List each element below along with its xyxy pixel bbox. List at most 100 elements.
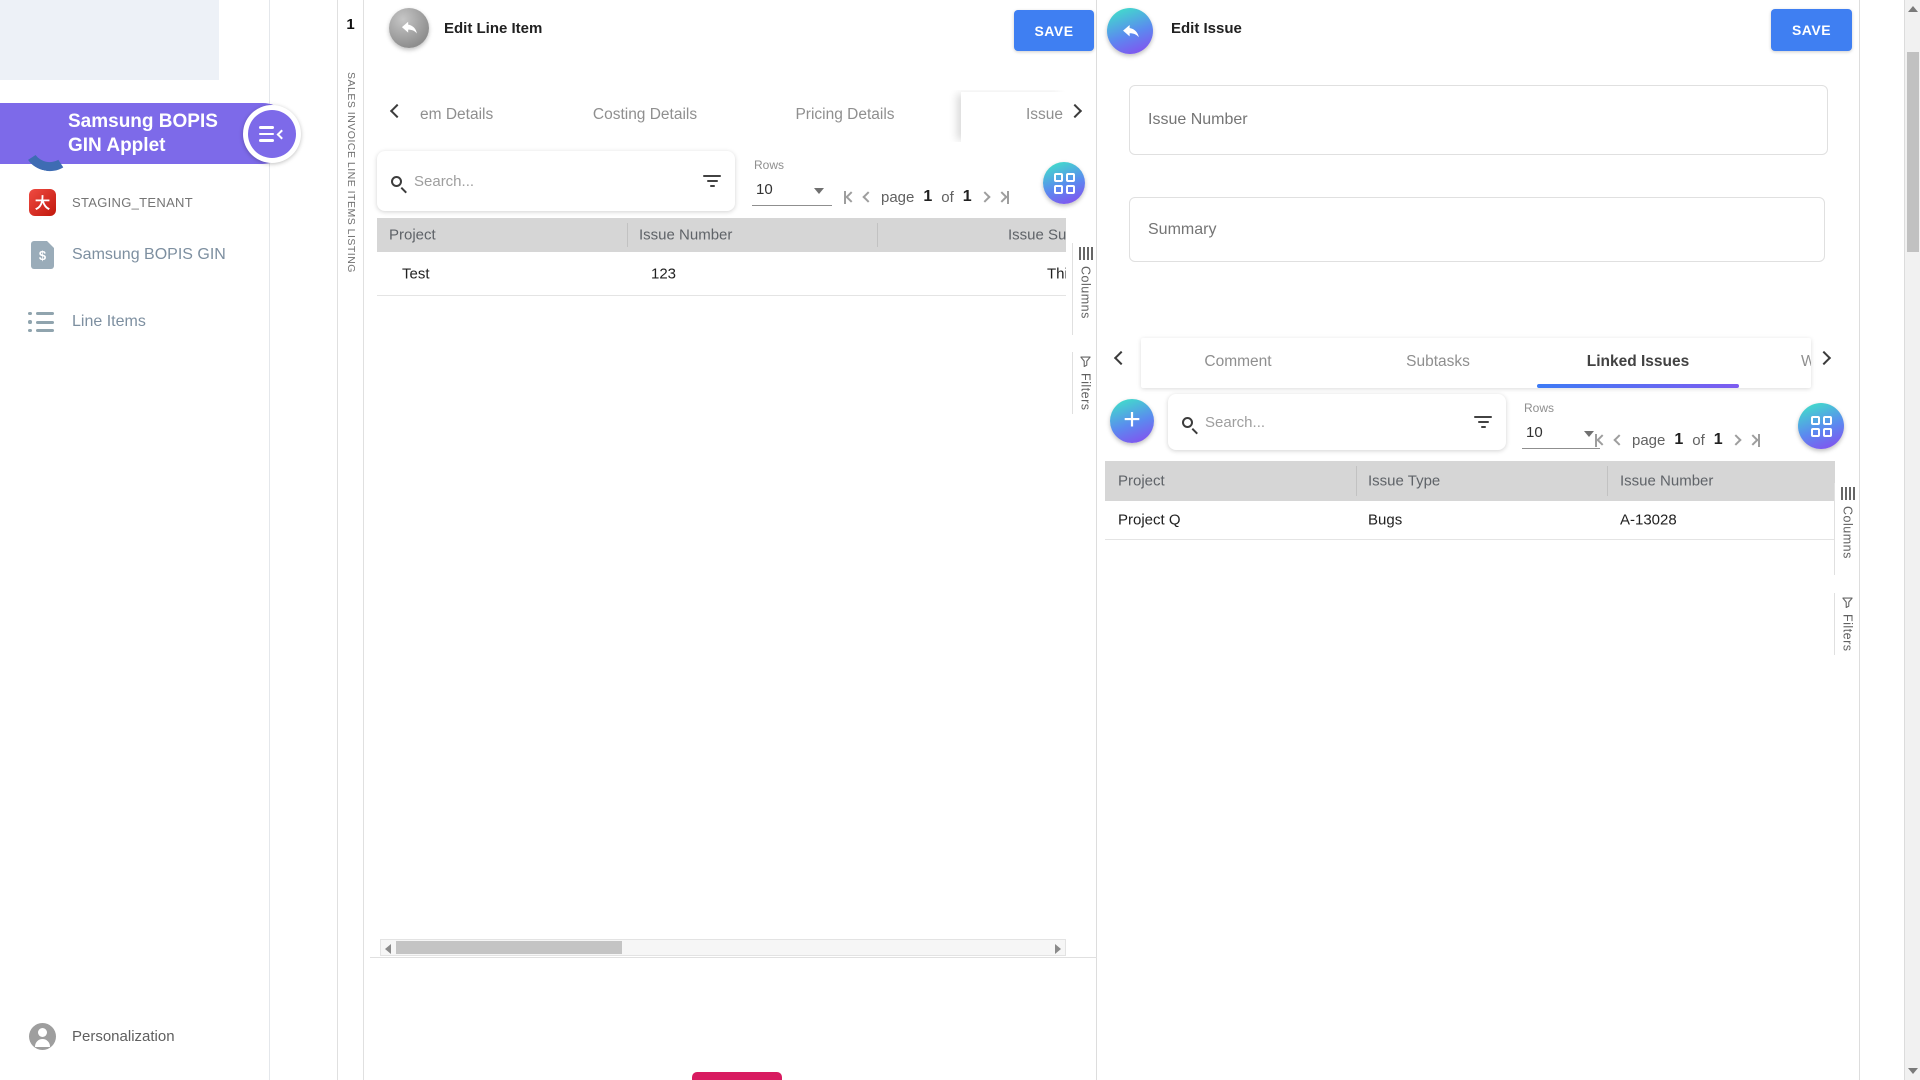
tab-issue[interactable]: Issue L — [1026, 106, 1066, 124]
tab-worklog-clipped[interactable]: W — [1801, 353, 1811, 371]
applet-name-label: Samsung BOPIS GIN — [72, 246, 226, 264]
tab-subtasks[interactable]: Subtasks — [1406, 353, 1470, 371]
rows-select-underline — [1522, 448, 1600, 449]
person-icon — [29, 1023, 56, 1050]
col-header-project[interactable]: Project — [1118, 473, 1165, 490]
cell-project: Test — [402, 265, 430, 282]
rows-select-underline — [752, 205, 832, 206]
col-header-issue-summary[interactable]: Issue Sur — [1008, 227, 1066, 244]
scroll-left-icon[interactable] — [385, 944, 391, 954]
columns-tab-label: Columns — [1841, 506, 1855, 559]
table-row[interactable]: Project Q Bugs A-13028 — [1105, 501, 1835, 540]
filter-list-icon[interactable] — [1474, 416, 1492, 428]
vertical-scrollbar[interactable] — [1904, 0, 1920, 1080]
applet-title: Samsung BOPIS GIN Applet — [68, 110, 238, 158]
prev-page-icon[interactable] — [864, 193, 872, 201]
table-header: Project Issue Type Issue Number — [1105, 461, 1835, 501]
scroll-down-icon[interactable] — [1908, 1068, 1918, 1074]
summary-input[interactable] — [1130, 198, 1824, 261]
sidebar-item-tenant[interactable]: 大 STAGING_TENANT — [0, 188, 270, 216]
prev-page-icon[interactable] — [1615, 436, 1623, 444]
filter-list-icon[interactable] — [703, 175, 721, 187]
add-linked-issue-button[interactable]: + — [1110, 399, 1154, 443]
menu-collapse-icon — [248, 110, 296, 158]
first-page-icon[interactable] — [844, 191, 855, 204]
page-of-label: of — [941, 189, 954, 206]
tabs-scroll-left-icon[interactable] — [1114, 351, 1128, 365]
search-input[interactable] — [414, 173, 703, 190]
next-page-icon[interactable] — [1732, 436, 1740, 444]
search-bar — [1168, 394, 1506, 450]
reply-arrow-icon — [399, 18, 419, 38]
card-view-button[interactable] — [1798, 403, 1844, 449]
horizontal-scrollbar[interactable] — [380, 939, 1066, 956]
funnel-icon — [1842, 597, 1853, 608]
card-bottom-border — [370, 957, 1097, 958]
funnel-icon — [1080, 356, 1091, 367]
page-current: 1 — [1674, 431, 1683, 449]
tab-pricing-details[interactable]: Pricing Details — [795, 106, 894, 124]
sidebar-collapse-button[interactable] — [243, 105, 301, 163]
table-row[interactable]: Test 123 This — [377, 252, 1066, 296]
col-header-project[interactable]: Project — [389, 227, 436, 244]
rows-dropdown-icon[interactable] — [1584, 431, 1594, 437]
col-header-issue-number[interactable]: Issue Number — [639, 227, 732, 244]
next-page-icon[interactable] — [981, 193, 989, 201]
edit-line-item-panel: Edit Line Item SAVE em Details Costing D… — [364, 0, 1097, 1080]
tab-strip: Comment Subtasks Linked Issues W — [1141, 338, 1811, 388]
tab-costing-details[interactable]: Costing Details — [593, 106, 697, 124]
scrollbar-thumb[interactable] — [396, 941, 622, 954]
cell-issue-summary: This — [1047, 265, 1066, 282]
rows-value[interactable]: 10 — [1526, 424, 1543, 441]
sidebar-item-line-items[interactable]: Line Items — [0, 310, 270, 334]
back-button[interactable] — [1107, 8, 1153, 54]
tabs-scroll-left-icon[interactable] — [390, 104, 404, 118]
issue-number-field[interactable] — [1129, 85, 1828, 155]
scroll-right-icon[interactable] — [1055, 944, 1061, 954]
issue-number-input[interactable] — [1130, 86, 1827, 154]
columns-vertical-tab[interactable]: Columns — [1834, 483, 1860, 575]
save-button[interactable]: SAVE — [1771, 9, 1852, 51]
first-page-icon[interactable] — [1595, 434, 1606, 447]
back-button[interactable] — [389, 8, 429, 48]
rail-page-number: 1 — [338, 16, 363, 33]
columns-vertical-tab[interactable]: Columns — [1072, 243, 1098, 335]
sidebar-item-personalization[interactable]: Personalization — [0, 1022, 270, 1050]
card-view-button[interactable] — [1043, 162, 1085, 204]
panel-title: Edit Issue — [1171, 20, 1242, 37]
columns-tab-label: Columns — [1079, 266, 1093, 319]
filters-tab-label: Filters — [1841, 614, 1855, 652]
rows-value[interactable]: 10 — [756, 181, 773, 198]
tab-comment[interactable]: Comment — [1204, 353, 1271, 371]
last-page-icon[interactable] — [998, 191, 1009, 204]
rows-label: Rows — [754, 158, 784, 172]
tab-item-details[interactable]: em Details — [420, 106, 493, 124]
summary-field[interactable] — [1129, 197, 1825, 262]
filters-vertical-tab[interactable]: Filters — [1834, 593, 1860, 655]
page-rail: 1 SALES INVOICE LINE ITEMS LISTING — [337, 0, 364, 1080]
tabs-scroll-right-icon[interactable] — [1068, 104, 1082, 118]
last-page-icon[interactable] — [1749, 434, 1760, 447]
reply-arrow-icon — [1120, 21, 1141, 42]
search-input[interactable] — [1205, 414, 1474, 431]
rows-label: Rows — [1524, 401, 1554, 415]
page-of-label: of — [1692, 432, 1705, 449]
sidebar-item-applet[interactable]: $ Samsung BOPIS GIN — [0, 241, 270, 269]
filters-tab-label: Filters — [1079, 373, 1093, 411]
col-header-issue-type[interactable]: Issue Type — [1368, 473, 1440, 490]
save-button[interactable]: SAVE — [1014, 10, 1094, 51]
rows-dropdown-icon[interactable] — [814, 188, 824, 194]
columns-icon — [1079, 247, 1093, 260]
scroll-up-icon[interactable] — [1908, 6, 1918, 12]
filters-vertical-tab[interactable]: Filters — [1072, 352, 1098, 414]
hidden-action-peek[interactable] — [692, 1072, 782, 1080]
search-icon — [391, 176, 402, 187]
tabs-scroll-right-icon[interactable] — [1817, 351, 1831, 365]
page-current: 1 — [923, 188, 932, 206]
col-header-issue-number[interactable]: Issue Number — [1620, 473, 1713, 490]
tab-linked-issues[interactable]: Linked Issues — [1587, 353, 1690, 371]
page-total: 1 — [963, 188, 972, 206]
page-total: 1 — [1714, 431, 1723, 449]
active-tab-underline — [1537, 384, 1739, 388]
scrollbar-thumb[interactable] — [1907, 52, 1919, 252]
